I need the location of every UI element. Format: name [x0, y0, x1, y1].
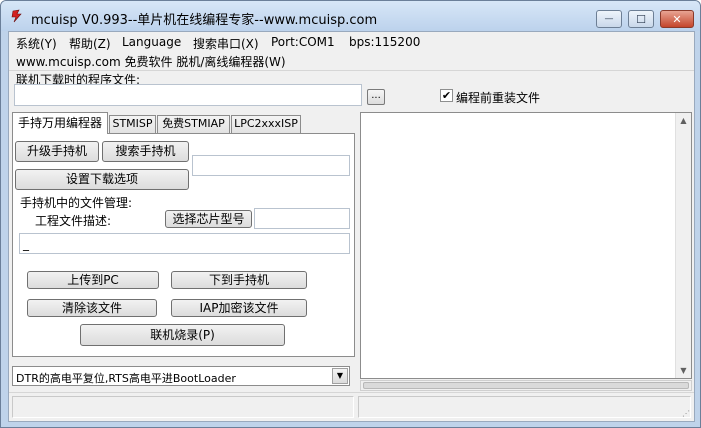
- window-title: mcuisp V0.993--单片机在线编程专家--www.mcuisp.com: [31, 13, 378, 28]
- close-icon: ✕: [672, 12, 682, 26]
- menu-system[interactable]: 系统(Y): [16, 35, 57, 52]
- resize-grip-icon[interactable]: ⋰: [682, 409, 692, 419]
- chevron-down-icon[interactable]: ▼: [332, 368, 348, 384]
- handheld-programmer-panel: 升级手持机 搜索手持机 设置下载选项 手持机中的文件管理: 工程文件描述: 选择…: [12, 133, 355, 357]
- status-right: [358, 396, 691, 418]
- offline-programmer-link[interactable]: www.mcuisp.com 免费软件 脱机/离线编程器(W): [16, 53, 286, 70]
- app-window: mcuisp V0.993--单片机在线编程专家--www.mcuisp.com…: [0, 0, 701, 428]
- menu-help[interactable]: 帮助(Z): [69, 35, 111, 52]
- reset-mode-select[interactable]: DTR的高电平复位,RTS高电平进BootLoader ▼: [12, 366, 350, 386]
- download-settings-button[interactable]: 设置下载选项: [15, 169, 189, 190]
- iap-encrypt-button[interactable]: IAP加密该文件: [171, 299, 307, 317]
- reset-mode-value: DTR的高电平复位,RTS高电平进BootLoader: [16, 372, 236, 385]
- delete-file-button[interactable]: 清除该文件: [27, 299, 157, 317]
- menu-language[interactable]: Language: [122, 35, 181, 49]
- file-management-label: 手持机中的文件管理:: [20, 196, 133, 210]
- project-description-label: 工程文件描述:: [35, 214, 112, 228]
- title-bar[interactable]: mcuisp V0.993--单片机在线编程专家--www.mcuisp.com…: [1, 1, 700, 31]
- horizontal-scroll-thumb[interactable]: [363, 382, 689, 389]
- download-to-handheld-button[interactable]: 下到手持机: [171, 271, 307, 289]
- tab-lpc2xxxisp[interactable]: LPC2xxxISP: [231, 115, 301, 133]
- tab-free-stmiap[interactable]: 免费STMIAP: [157, 115, 230, 133]
- maximize-button[interactable]: ☐: [628, 10, 654, 28]
- menu-search-port[interactable]: 搜索串口(X): [193, 35, 259, 52]
- horizontal-scrollbar[interactable]: [360, 380, 692, 391]
- maximize-icon: ☐: [636, 12, 646, 26]
- status-bar: ⋰: [9, 392, 694, 421]
- chip-model-field[interactable]: [254, 208, 350, 229]
- online-burn-button[interactable]: 联机烧录(P): [80, 324, 285, 346]
- reload-label: 编程前重装文件: [456, 91, 541, 105]
- output-log[interactable]: ▲ ▼: [360, 112, 692, 379]
- minimize-button[interactable]: —: [596, 10, 622, 28]
- menu-bar: 系统(Y) 帮助(Z) Language 搜索串口(X) Port:COM1 b…: [9, 32, 694, 52]
- device-info-field[interactable]: [192, 155, 350, 176]
- reload-checkbox[interactable]: ✔: [440, 89, 453, 102]
- minimize-icon: —: [604, 14, 614, 24]
- tab-handheld-programmer[interactable]: 手持万用编程器: [12, 112, 108, 134]
- status-left: [12, 396, 354, 418]
- scroll-down-icon[interactable]: ▼: [676, 363, 691, 378]
- menu-port[interactable]: Port:COM1: [271, 35, 335, 49]
- client-area: 系统(Y) 帮助(Z) Language 搜索串口(X) Port:COM1 b…: [8, 31, 695, 422]
- lightning-app-icon: [11, 9, 22, 23]
- upgrade-handheld-button[interactable]: 升级手持机: [15, 141, 99, 162]
- upload-to-pc-button[interactable]: 上传到PC: [27, 271, 159, 289]
- scroll-up-icon[interactable]: ▲: [676, 113, 691, 128]
- browse-button[interactable]: ...: [367, 89, 385, 105]
- menu-bps[interactable]: bps:115200: [349, 35, 420, 49]
- program-file-input[interactable]: [14, 84, 362, 106]
- close-button[interactable]: ✕: [660, 10, 694, 28]
- search-handheld-button[interactable]: 搜索手持机: [102, 141, 189, 162]
- select-chip-button[interactable]: 选择芯片型号: [165, 210, 252, 228]
- vertical-scrollbar[interactable]: ▲ ▼: [675, 113, 691, 378]
- project-description-field[interactable]: _: [19, 233, 350, 254]
- tab-stmisp[interactable]: STMISP: [109, 115, 156, 133]
